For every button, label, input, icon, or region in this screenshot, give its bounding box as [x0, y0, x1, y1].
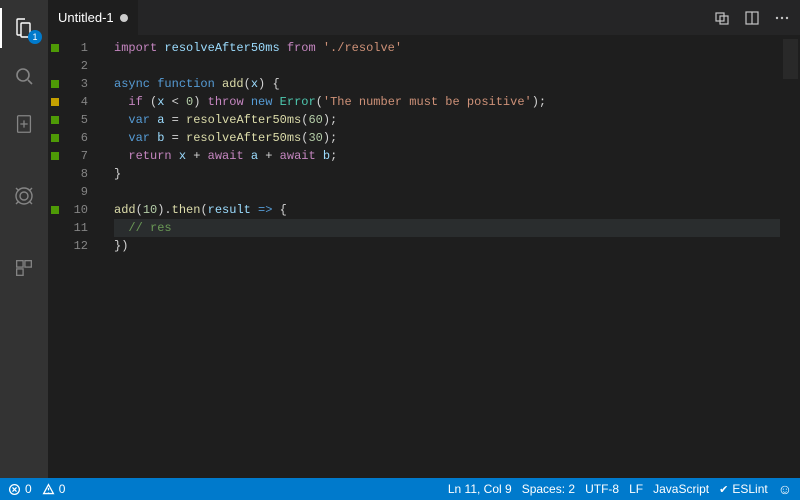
smile-icon	[778, 481, 792, 497]
status-language[interactable]: JavaScript	[653, 482, 709, 496]
tab-bar: Untitled-1	[48, 0, 800, 35]
activity-bar: 1	[0, 0, 48, 478]
code-editor[interactable]: 123456 789101112 import resolveAfter50ms…	[48, 35, 800, 478]
explorer-icon[interactable]: 1	[0, 8, 48, 48]
editor-group: Untitled-1	[48, 0, 800, 478]
status-encoding[interactable]: UTF-8	[585, 482, 619, 496]
tab-title: Untitled-1	[58, 10, 114, 25]
status-eol[interactable]: LF	[629, 482, 643, 496]
status-errors[interactable]: 0	[8, 482, 32, 496]
tab-untitled[interactable]: Untitled-1	[48, 0, 139, 35]
compare-changes-icon[interactable]	[714, 10, 730, 26]
check-icon	[719, 482, 728, 496]
line-numbers: 123456 789101112	[62, 35, 102, 478]
gutter-marks	[48, 35, 62, 478]
explorer-badge: 1	[28, 30, 42, 44]
status-bar: 0 0 Ln 11, Col 9 Spaces: 2 UTF-8 LF Java…	[0, 478, 800, 500]
minimap[interactable]	[780, 35, 800, 478]
extensions-icon[interactable]	[0, 248, 48, 288]
status-cursor-position[interactable]: Ln 11, Col 9	[448, 482, 512, 496]
status-feedback[interactable]	[778, 481, 792, 497]
search-icon[interactable]	[0, 56, 48, 96]
status-indentation[interactable]: Spaces: 2	[522, 482, 575, 496]
status-warnings[interactable]: 0	[42, 482, 66, 496]
split-editor-icon[interactable]	[744, 10, 760, 26]
debug-icon[interactable]	[0, 176, 48, 216]
more-actions-icon[interactable]	[774, 10, 790, 26]
modified-indicator-icon	[120, 14, 128, 22]
source-control-icon[interactable]	[0, 104, 48, 144]
status-eslint[interactable]: ESLint	[719, 482, 768, 496]
code-content[interactable]: import resolveAfter50ms from './resolve'…	[102, 35, 780, 478]
